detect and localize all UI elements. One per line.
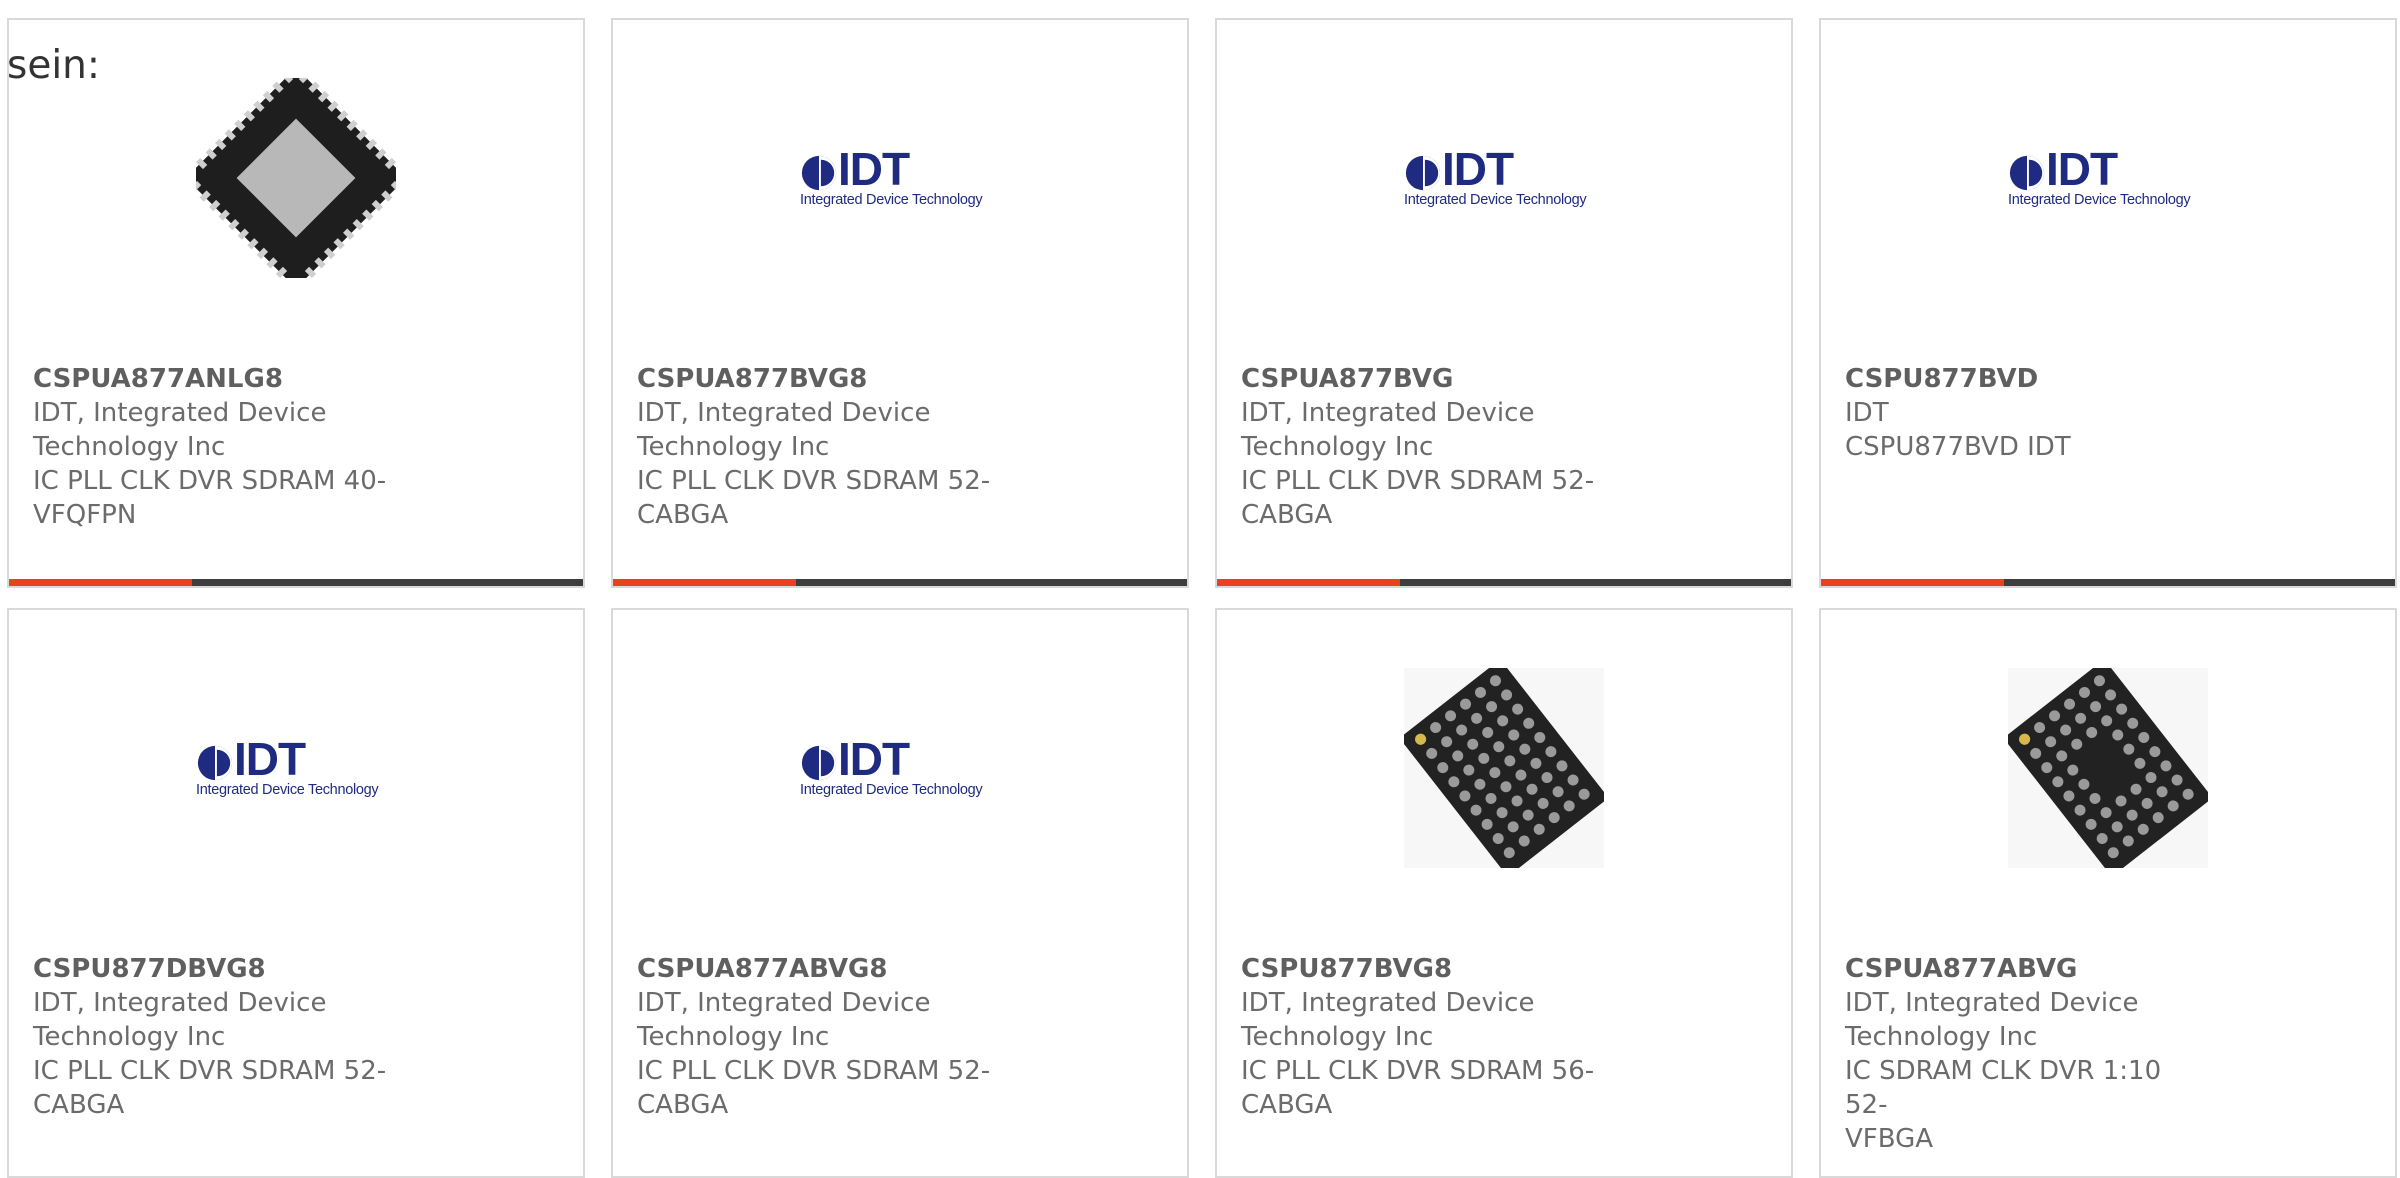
- card-bottom-bar: [1217, 579, 1791, 586]
- product-card[interactable]: IDT Integrated Device Technology CSPUA877B…: [1215, 18, 1793, 588]
- description-line-1: IC PLL CLK DVR SDRAM 52-: [637, 466, 991, 496]
- product-info: CSPUA877BVG IDT, Integrated Device Technol…: [1241, 362, 1601, 532]
- logo-word: IDT: [1442, 143, 1514, 195]
- product-card[interactable]: IDT Integrated Device Technology CSPU877BV…: [1819, 18, 2397, 588]
- manufacturer-line-1: IDT, Integrated Device: [637, 988, 931, 1018]
- product-card[interactable]: IDT Integrated Device Technology CSPUA877A…: [611, 608, 1189, 1178]
- logo-tagline: Integrated Device Technology: [2008, 192, 2191, 208]
- manufacturer-line-1: IDT: [1845, 398, 1889, 428]
- manufacturer-line-2: Technology Inc: [1241, 1022, 1434, 1052]
- description-line-1: IC PLL CLK DVR SDRAM 52-: [637, 1056, 991, 1086]
- manufacturer-line-1: IDT, Integrated Device: [33, 398, 327, 428]
- product-info: CSPU877BVG8 IDT, Integrated Device Technol…: [1241, 952, 1601, 1122]
- manufacturer-line-1: IDT, Integrated Device: [1241, 988, 1535, 1018]
- manufacturer-line-1: IDT, Integrated Device: [1241, 398, 1535, 428]
- product-image[interactable]: IDT Integrated Device Technology: [1821, 78, 2395, 278]
- manufacturer-line-2: Technology Inc: [33, 1022, 226, 1052]
- description-line-2: CABGA: [1241, 1090, 1333, 1120]
- product-image[interactable]: IDT Integrated Device Technology: [613, 668, 1187, 868]
- product-image[interactable]: IDT Integrated Device Technology: [1217, 78, 1791, 278]
- product-info: CSPU877BVD IDT CSPU877BVD IDT: [1845, 362, 2205, 464]
- part-number[interactable]: CSPUA877ANLG8: [33, 362, 393, 396]
- idt-logo-mark-icon: [197, 745, 233, 781]
- manufacturer-line-1: IDT, Integrated Device: [1845, 988, 2139, 1018]
- manufacturer-line-1: IDT, Integrated Device: [637, 398, 931, 428]
- idt-logo: IDT Integrated Device Technology: [800, 736, 1000, 798]
- logo-tagline: Integrated Device Technology: [196, 782, 379, 798]
- manufacturer-line-1: IDT, Integrated Device: [33, 988, 327, 1018]
- manufacturer-line-2: CSPU877BVD IDT: [1845, 432, 2071, 462]
- idt-logo-mark-icon: [801, 745, 837, 781]
- product-card[interactable]: CSPU877BVG8 IDT, Integrated Device Technol…: [1215, 608, 1793, 1178]
- idt-logo-mark-icon: [1405, 155, 1441, 191]
- product-image[interactable]: IDT Integrated Device Technology: [9, 668, 583, 868]
- card-bottom-bar: [613, 579, 1187, 586]
- intro-text: sein:: [7, 43, 101, 88]
- part-number[interactable]: CSPU877BVD: [1845, 362, 2205, 396]
- product-info: CSPUA877ABVG IDT, Integrated Device Techno…: [1845, 952, 2205, 1156]
- logo-tagline: Integrated Device Technology: [1404, 192, 1587, 208]
- product-info: CSPUA877BVG8 IDT, Integrated Device Techno…: [637, 362, 997, 532]
- part-number[interactable]: CSPUA877ABVG: [1845, 952, 2205, 986]
- product-image[interactable]: IDT Integrated Device Technology: [613, 78, 1187, 278]
- logo-tagline: Integrated Device Technology: [800, 782, 983, 798]
- idt-logo: IDT Integrated Device Technology: [1404, 146, 1604, 208]
- product-info: CSPUA877ANLG8 IDT, Integrated Device Techn…: [33, 362, 393, 532]
- description-line-2: CABGA: [637, 1090, 729, 1120]
- card-bottom-bar: [1821, 579, 2395, 586]
- description-line-2: VFQFPN: [33, 500, 137, 530]
- description-line-2: CABGA: [1241, 500, 1333, 530]
- idt-logo-mark-icon: [2009, 155, 2045, 191]
- card-bottom-bar: [9, 579, 583, 586]
- description-line-1: IC PLL CLK DVR SDRAM 40-: [33, 466, 387, 496]
- product-card[interactable]: CSPUA877ANLG8 IDT, Integrated Device Techn…: [7, 18, 585, 588]
- logo-word: IDT: [838, 143, 910, 195]
- card-accent-bar: [1821, 579, 2004, 586]
- bga-chip-image: [2008, 668, 2208, 868]
- card-accent-bar: [1217, 579, 1400, 586]
- product-image[interactable]: [9, 78, 583, 278]
- card-accent-bar: [613, 579, 796, 586]
- logo-word: IDT: [838, 733, 910, 785]
- product-grid: CSPUA877ANLG8 IDT, Integrated Device Techn…: [7, 18, 2400, 1178]
- product-card[interactable]: IDT Integrated Device Technology CSPUA877B…: [611, 18, 1189, 588]
- description-line-2: VFBGA: [1845, 1124, 1934, 1154]
- part-number[interactable]: CSPUA877BVG8: [637, 362, 997, 396]
- description-line-1: IC SDRAM CLK DVR 1:10 52-: [1845, 1056, 2162, 1120]
- product-image[interactable]: [1217, 668, 1791, 868]
- logo-word: IDT: [234, 733, 306, 785]
- part-number[interactable]: CSPUA877BVG: [1241, 362, 1601, 396]
- description-line-2: CABGA: [33, 1090, 125, 1120]
- product-card[interactable]: CSPUA877ABVG IDT, Integrated Device Techno…: [1819, 608, 2397, 1178]
- logo-tagline: Integrated Device Technology: [800, 192, 983, 208]
- idt-logo: IDT Integrated Device Technology: [800, 146, 1000, 208]
- product-info: CSPUA877ABVG8 IDT, Integrated Device Techn…: [637, 952, 997, 1122]
- manufacturer-line-2: Technology Inc: [33, 432, 226, 462]
- part-number[interactable]: CSPU877DBVG8: [33, 952, 393, 986]
- product-info: CSPU877DBVG8 IDT, Integrated Device Techno…: [33, 952, 393, 1122]
- bga-chip-image: [1404, 668, 1604, 868]
- manufacturer-line-2: Technology Inc: [1845, 1022, 2038, 1052]
- product-card[interactable]: IDT Integrated Device Technology CSPU877DB…: [7, 608, 585, 1178]
- manufacturer-line-2: Technology Inc: [1241, 432, 1434, 462]
- idt-logo: IDT Integrated Device Technology: [2008, 146, 2208, 208]
- description-line-2: CABGA: [637, 500, 729, 530]
- description-line-1: IC PLL CLK DVR SDRAM 56-: [1241, 1056, 1595, 1086]
- card-accent-bar: [9, 579, 192, 586]
- description-line-1: IC PLL CLK DVR SDRAM 52-: [1241, 466, 1595, 496]
- product-image[interactable]: [1821, 668, 2395, 868]
- part-number[interactable]: CSPUA877ABVG8: [637, 952, 997, 986]
- idt-logo-mark-icon: [801, 155, 837, 191]
- manufacturer-line-2: Technology Inc: [637, 1022, 830, 1052]
- part-number[interactable]: CSPU877BVG8: [1241, 952, 1601, 986]
- logo-word: IDT: [2046, 143, 2118, 195]
- idt-logo: IDT Integrated Device Technology: [196, 736, 396, 798]
- description-line-1: IC PLL CLK DVR SDRAM 52-: [33, 1056, 387, 1086]
- qfn-chip-image: [196, 78, 396, 278]
- manufacturer-line-2: Technology Inc: [637, 432, 830, 462]
